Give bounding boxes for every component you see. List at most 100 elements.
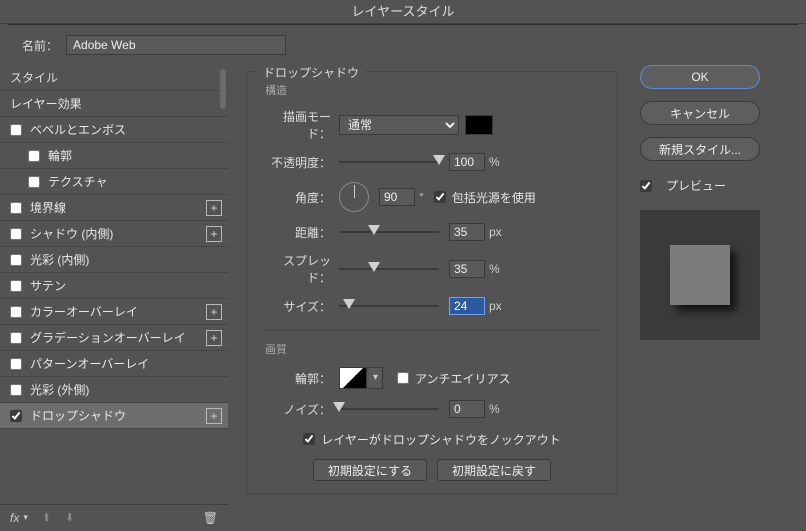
knockout-checkbox[interactable] xyxy=(303,433,315,445)
name-label: 名前： xyxy=(22,37,58,54)
drop-shadow-fieldset: ドロップシャドウ 構造 描画モード： 通常 不透明度： % 角度： xyxy=(246,71,618,494)
structure-legend: 構造 xyxy=(265,82,603,98)
reset-default-button[interactable]: 初期設定に戻す xyxy=(437,459,551,481)
move-up-icon[interactable]: ⬆ xyxy=(42,511,51,524)
outer-glow-checkbox[interactable] xyxy=(10,384,22,396)
antialias-checkbox[interactable] xyxy=(397,372,409,384)
drop-shadow-checkbox[interactable] xyxy=(10,410,22,422)
antialias-label: アンチエイリアス xyxy=(415,370,511,387)
add-color-overlay-icon[interactable]: + xyxy=(206,304,222,320)
noise-unit: % xyxy=(489,402,500,416)
effects-header[interactable]: レイヤー効果 xyxy=(0,91,228,117)
size-unit: px xyxy=(489,299,502,313)
opacity-input[interactable] xyxy=(449,153,485,171)
angle-input[interactable] xyxy=(379,188,415,206)
gradient-overlay-checkbox[interactable] xyxy=(10,332,22,344)
add-inner-shadow-icon[interactable]: + xyxy=(206,226,222,242)
blend-mode-row: 描画モード： 通常 xyxy=(261,108,603,142)
panel-legend: ドロップシャドウ xyxy=(257,64,365,81)
spread-row: スプレッド： % xyxy=(261,252,603,286)
contour-checkbox[interactable] xyxy=(28,150,40,162)
inner-shadow-label: シャドウ (内側) xyxy=(30,225,113,242)
row-inner-shadow[interactable]: シャドウ (内側) + xyxy=(0,221,228,247)
bevel-checkbox[interactable] xyxy=(10,124,22,136)
satin-checkbox[interactable] xyxy=(10,280,22,292)
opacity-label: 不透明度： xyxy=(261,154,331,171)
right-column: OK キャンセル 新規スタイル... プレビュー xyxy=(636,65,806,530)
distance-unit: px xyxy=(489,225,502,239)
styles-header-label: スタイル xyxy=(10,71,58,85)
global-light-label: 包括光源を使用 xyxy=(452,189,536,206)
noise-input[interactable] xyxy=(449,400,485,418)
settings-panel: ドロップシャドウ 構造 描画モード： 通常 不透明度： % 角度： xyxy=(228,65,636,530)
row-bevel-emboss[interactable]: ベベルとエンボス xyxy=(0,117,228,143)
row-color-overlay[interactable]: カラーオーバーレイ + xyxy=(0,299,228,325)
angle-row: 角度： ° 包括光源を使用 xyxy=(261,182,603,212)
noise-row: ノイズ： % xyxy=(261,399,603,419)
satin-label: サテン xyxy=(30,277,66,294)
pattern-overlay-checkbox[interactable] xyxy=(10,358,22,370)
row-inner-glow[interactable]: 光彩 (内側) xyxy=(0,247,228,273)
add-gradient-overlay-icon[interactable]: + xyxy=(206,330,222,346)
distance-slider[interactable] xyxy=(339,225,439,239)
angle-dial[interactable] xyxy=(339,182,369,212)
contour-label: 輪郭 xyxy=(48,147,72,164)
row-gradient-overlay[interactable]: グラデーションオーバーレイ + xyxy=(0,325,228,351)
shadow-color-swatch[interactable] xyxy=(465,115,493,135)
row-contour[interactable]: 輪郭 xyxy=(0,143,228,169)
stroke-checkbox[interactable] xyxy=(10,202,22,214)
spread-slider[interactable] xyxy=(339,262,439,276)
angle-unit: ° xyxy=(419,190,424,204)
size-slider[interactable] xyxy=(339,299,439,313)
noise-slider[interactable] xyxy=(339,402,439,416)
fx-icon[interactable]: fx xyxy=(10,511,19,525)
new-style-button[interactable]: 新規スタイル... xyxy=(640,137,760,161)
add-stroke-icon[interactable]: + xyxy=(206,200,222,216)
global-light-checkbox[interactable] xyxy=(434,191,446,203)
spread-input[interactable] xyxy=(449,260,485,278)
row-pattern-overlay[interactable]: パターンオーバーレイ xyxy=(0,351,228,377)
row-stroke[interactable]: 境界線 + xyxy=(0,195,228,221)
drop-shadow-label: ドロップシャドウ xyxy=(30,407,126,424)
contour-swatch[interactable] xyxy=(339,367,367,389)
row-drop-shadow[interactable]: ドロップシャドウ + xyxy=(0,403,228,429)
row-satin[interactable]: サテン xyxy=(0,273,228,299)
preview-checkbox[interactable] xyxy=(640,180,652,192)
blend-mode-select[interactable]: 通常 xyxy=(339,115,459,135)
styles-header[interactable]: スタイル xyxy=(0,65,228,91)
inner-glow-checkbox[interactable] xyxy=(10,254,22,266)
name-input[interactable] xyxy=(66,35,286,55)
inner-glow-label: 光彩 (内側) xyxy=(30,251,89,268)
row-texture[interactable]: テクスチャ xyxy=(0,169,228,195)
color-overlay-checkbox[interactable] xyxy=(10,306,22,318)
row-outer-glow[interactable]: 光彩 (外側) xyxy=(0,377,228,403)
noise-label: ノイズ： xyxy=(261,401,331,418)
add-drop-shadow-icon[interactable]: + xyxy=(206,408,222,424)
inner-shadow-checkbox[interactable] xyxy=(10,228,22,240)
size-label: サイズ： xyxy=(261,298,331,315)
name-bar: 名前： xyxy=(0,25,806,65)
opacity-row: 不透明度： % xyxy=(261,152,603,172)
size-input[interactable] xyxy=(449,297,485,315)
sidebar-footer: fx ▾ ⬆ ⬇ 🗑 xyxy=(0,504,228,530)
texture-checkbox[interactable] xyxy=(28,176,40,188)
move-down-icon[interactable]: ⬇ xyxy=(65,511,74,524)
gradient-overlay-label: グラデーションオーバーレイ xyxy=(30,329,186,346)
make-default-button[interactable]: 初期設定にする xyxy=(313,459,427,481)
opacity-slider[interactable] xyxy=(339,155,439,169)
blend-mode-label: 描画モード： xyxy=(261,108,331,142)
opacity-unit: % xyxy=(489,155,500,169)
trash-icon[interactable]: 🗑 xyxy=(203,511,218,525)
angle-label: 角度： xyxy=(261,189,331,206)
distance-input[interactable] xyxy=(449,223,485,241)
texture-label: テクスチャ xyxy=(48,173,108,190)
contour-dropdown-icon[interactable]: ▾ xyxy=(369,367,383,389)
cancel-button[interactable]: キャンセル xyxy=(640,101,760,125)
knockout-label: レイヤーがドロップシャドウをノックアウト xyxy=(321,431,560,448)
styles-sidebar: スタイル レイヤー効果 ベベルとエンボス 輪郭 テクスチャ 境界線 + xyxy=(0,65,228,530)
spread-label: スプレッド： xyxy=(261,252,331,286)
quality-legend: 画質 xyxy=(265,330,603,357)
ok-button[interactable]: OK xyxy=(640,65,760,89)
preview-swatch xyxy=(670,245,730,305)
fx-chevron-icon[interactable]: ▾ xyxy=(23,512,28,523)
